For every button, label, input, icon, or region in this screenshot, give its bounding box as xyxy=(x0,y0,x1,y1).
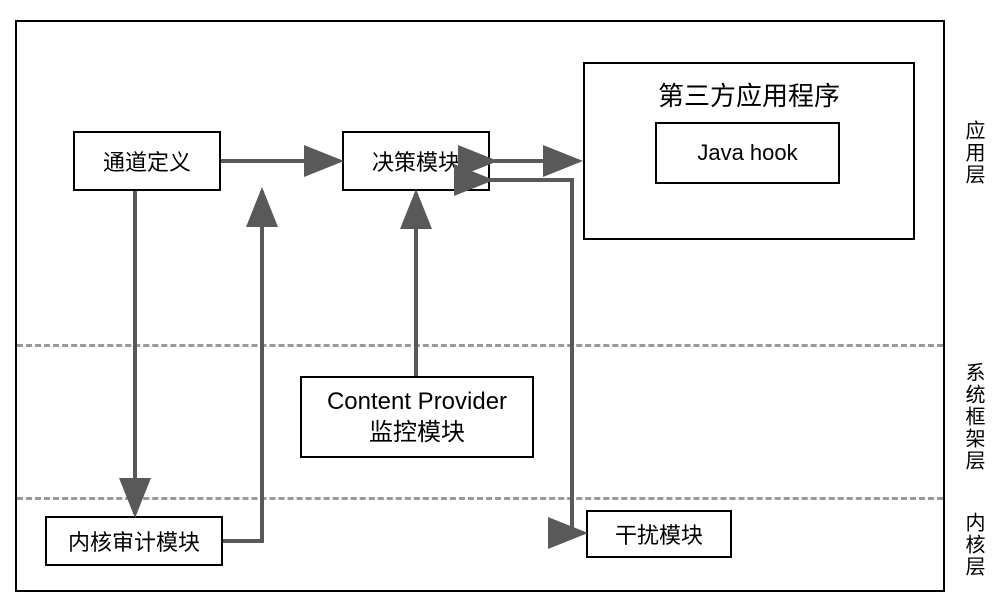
divider-app-framework xyxy=(17,344,943,347)
java-hook-box: Java hook xyxy=(655,122,840,184)
content-provider-monitor-box: Content Provider 监控模块 xyxy=(300,376,534,458)
framework-layer-label: 系统框架层 xyxy=(959,362,988,472)
channel-def-box: 通道定义 xyxy=(73,131,221,191)
divider-framework-kernel xyxy=(17,497,943,500)
interference-module-label: 干扰模块 xyxy=(615,518,703,550)
decision-module-label: 决策模块 xyxy=(372,145,460,177)
app-layer-label: 应用层 xyxy=(959,120,988,186)
kernel-audit-label: 内核审计模块 xyxy=(68,525,200,557)
third-party-app-title: 第三方应用程序 xyxy=(585,64,913,113)
interference-module-box: 干扰模块 xyxy=(586,510,732,558)
kernel-audit-box: 内核审计模块 xyxy=(45,516,223,566)
java-hook-label: Java hook xyxy=(697,140,797,166)
decision-module-box: 决策模块 xyxy=(342,131,490,191)
third-party-app-box: 第三方应用程序 Java hook xyxy=(583,62,915,240)
cp-monitor-line2: 监控模块 xyxy=(369,417,465,448)
cp-monitor-line1: Content Provider xyxy=(327,386,507,417)
channel-def-label: 通道定义 xyxy=(103,145,191,177)
kernel-layer-label: 内核层 xyxy=(959,512,988,578)
